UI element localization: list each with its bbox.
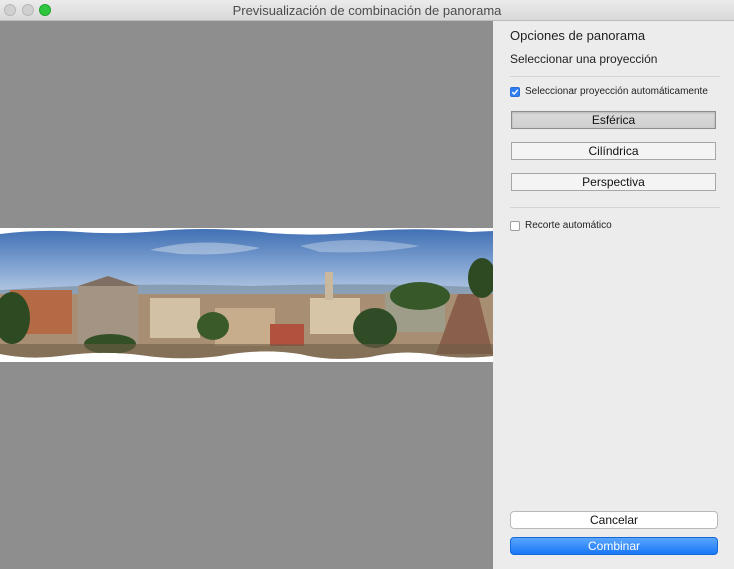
- checkbox-unchecked-icon: [510, 220, 520, 231]
- panorama-options-heading: Opciones de panorama: [510, 28, 646, 43]
- title-bar: Previsualización de combinación de panor…: [0, 0, 734, 21]
- separator: [510, 76, 720, 77]
- auto-crop-checkbox[interactable]: Recorte automático: [510, 220, 612, 231]
- projection-subheading: Seleccionar una proyección: [510, 52, 658, 66]
- panorama-preview-image: [0, 228, 493, 362]
- auto-projection-checkbox[interactable]: Seleccionar proyección automáticamente: [510, 86, 708, 97]
- merge-button[interactable]: Combinar: [510, 537, 718, 555]
- window-title: Previsualización de combinación de panor…: [232, 3, 502, 18]
- auto-crop-label: Recorte automático: [525, 220, 612, 231]
- projection-cylindrical-button[interactable]: Cilíndrica: [511, 142, 716, 160]
- cancel-button[interactable]: Cancelar: [510, 511, 718, 529]
- checkbox-checked-icon: [510, 86, 520, 97]
- separator: [510, 207, 720, 208]
- options-panel: Opciones de panorama Seleccionar una pro…: [493, 21, 734, 569]
- panorama-merge-window: Previsualización de combinación de panor…: [0, 0, 734, 569]
- projection-perspective-button[interactable]: Perspectiva: [511, 173, 716, 191]
- panorama-preview-area: [0, 21, 493, 569]
- projection-spherical-button[interactable]: Esférica: [511, 111, 716, 129]
- auto-projection-label: Seleccionar proyección automáticamente: [525, 86, 708, 97]
